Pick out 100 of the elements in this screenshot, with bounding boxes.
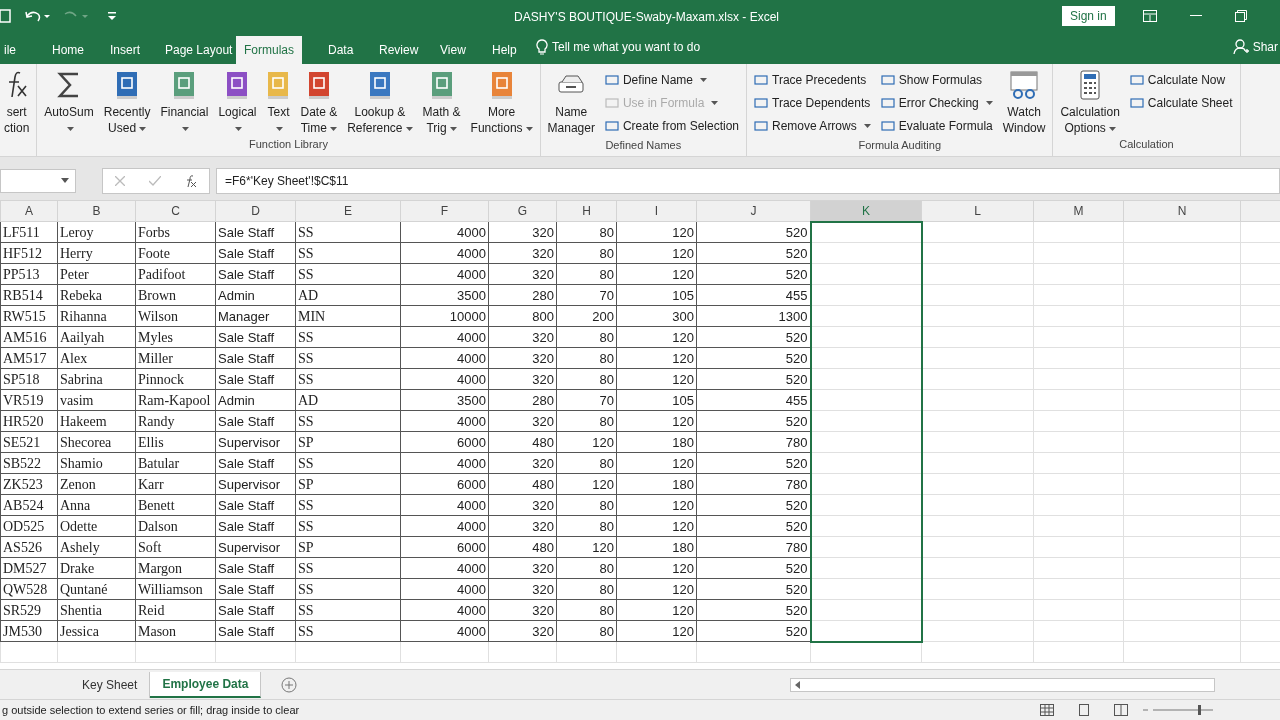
table-cell: 320 (488, 368, 557, 390)
ribbon-button[interactable]: Math & Trig (418, 64, 465, 136)
ribbon-button[interactable]: Create from Selection (604, 114, 739, 137)
group-label: Function Library (249, 138, 328, 150)
ribbon-button[interactable]: Lookup & Reference (343, 64, 417, 136)
table-cell: QW528 (0, 578, 58, 600)
column-header[interactable]: L (921, 200, 1034, 222)
new-sheet-button[interactable] (281, 676, 298, 693)
column-header[interactable]: E (295, 200, 401, 222)
table-cell: SS (295, 578, 401, 600)
table-cell: Reid (135, 599, 216, 621)
menu-tab[interactable]: Review (371, 36, 427, 64)
table-cell: 4000 (400, 368, 489, 390)
ribbon-button[interactable]: AutoSum (40, 64, 98, 136)
ribbon-button[interactable]: Calculate Now (1129, 68, 1233, 91)
sign-in-button[interactable]: Sign in (1062, 6, 1115, 26)
horizontal-scrollbar[interactable] (790, 678, 1215, 692)
ribbon-button[interactable]: Evaluate Formula (880, 114, 993, 137)
command-icon (604, 95, 619, 110)
ribbon-button[interactable]: Error Checking (880, 91, 993, 114)
menu-tab[interactable]: Formulas (236, 36, 302, 64)
minimize-icon (1190, 15, 1202, 17)
table-cell: 80 (556, 410, 617, 432)
table-cell: Sabrina (57, 368, 136, 390)
column-header[interactable]: F (400, 200, 489, 222)
table-cell: 4000 (400, 578, 489, 600)
ribbon-button[interactable]: Recently Used (99, 64, 155, 136)
menu-tab[interactable]: Home (44, 36, 92, 64)
table-cell: Jessica (57, 620, 136, 642)
ribbon-button[interactable]: Define Name (604, 68, 739, 91)
table-cell: 4000 (400, 599, 489, 621)
table-cell: 320 (488, 410, 557, 432)
command-icon (754, 72, 768, 87)
table-cell: SS (295, 368, 401, 390)
ribbon-button[interactable]: Name Manager (543, 64, 599, 137)
column-header[interactable]: K (810, 200, 922, 222)
column-header[interactable]: H (556, 200, 617, 222)
ribbon-button[interactable]: Watch Window (998, 64, 1050, 137)
table-cell: Shecorea (57, 431, 136, 453)
table-cell: 80 (556, 242, 617, 264)
table-cell: 120 (616, 326, 697, 348)
ribbon-button[interactable]: Text (262, 64, 295, 136)
ribbon-button[interactable]: sert ction (0, 64, 34, 136)
window-title: DASHY'S BOUTIQUE-Swaby-Maxam.xlsx - Excel (514, 9, 779, 26)
column-header[interactable]: B (57, 200, 136, 222)
command-icon (1129, 72, 1144, 87)
ribbon-button[interactable]: Trace Dependents (754, 91, 871, 114)
column-header[interactable]: M (1033, 200, 1124, 222)
table-cell: SS (295, 326, 401, 348)
table-cell: 480 (488, 473, 557, 495)
ribbon-button[interactable]: Calculate Sheet (1129, 91, 1233, 114)
table-cell: Karr (135, 473, 216, 495)
restore-icon (1235, 10, 1247, 22)
menu-tab[interactable]: View (432, 36, 474, 64)
table-cell: SB522 (0, 452, 58, 474)
ribbon-button[interactable]: Financial (156, 64, 213, 136)
ribbon-button[interactable]: Calculation Options (1056, 64, 1124, 136)
scroll-left-icon (795, 681, 800, 689)
column-header[interactable]: J (696, 200, 811, 222)
ribbon-button[interactable]: Remove Arrows (754, 114, 871, 137)
table-cell: 80 (556, 368, 617, 390)
menu-tab[interactable]: ile (0, 36, 24, 64)
table-cell: LF511 (0, 221, 58, 243)
table-cell: 480 (488, 431, 557, 453)
table-cell: 120 (616, 263, 697, 285)
column-header[interactable]: N (1123, 200, 1241, 222)
ribbon-button[interactable]: Trace Precedents (754, 68, 871, 91)
ribbon-button[interactable]: Logical (214, 64, 261, 136)
name-box[interactable] (0, 168, 76, 193)
ribbon-button[interactable]: More Functions (466, 64, 537, 136)
table-cell: 80 (556, 620, 617, 642)
ribbon-button[interactable]: Date & Time (296, 64, 342, 136)
column-header[interactable]: I (616, 200, 697, 222)
tell-me-search[interactable]: Tell me what you want to do (552, 38, 701, 56)
ribbon-button[interactable]: Show Formulas (880, 68, 993, 91)
table-cell: 120 (616, 410, 697, 432)
table-cell: 120 (616, 221, 697, 243)
table-cell: SS (295, 557, 401, 579)
table-cell: 80 (556, 494, 617, 516)
table-cell: 120 (556, 431, 617, 453)
table-cell: Drake (57, 557, 136, 579)
sheet-tab[interactable]: Employee Data (150, 671, 262, 698)
share-button[interactable]: Shar (1252, 38, 1278, 56)
column-header[interactable]: A (0, 200, 58, 222)
table-cell: Sale Staff (215, 620, 296, 642)
formula-input[interactable]: =F6*'Key Sheet'!$C$11 (225, 171, 349, 190)
table-cell: 3500 (400, 389, 489, 411)
table-cell: 480 (488, 536, 557, 558)
menu-tab[interactable]: Data (320, 36, 362, 64)
column-header[interactable]: C (135, 200, 216, 222)
table-cell: 4000 (400, 242, 489, 264)
column-header[interactable]: D (215, 200, 296, 222)
table-cell: 120 (616, 494, 697, 516)
cancel-icon (115, 175, 125, 186)
menu-tab[interactable]: Insert (102, 36, 148, 64)
column-header[interactable]: G (488, 200, 557, 222)
menu-tab[interactable]: Help (484, 36, 525, 64)
table-cell: 320 (488, 620, 557, 642)
table-cell: 6000 (400, 536, 489, 558)
person-icon (1232, 39, 1249, 55)
